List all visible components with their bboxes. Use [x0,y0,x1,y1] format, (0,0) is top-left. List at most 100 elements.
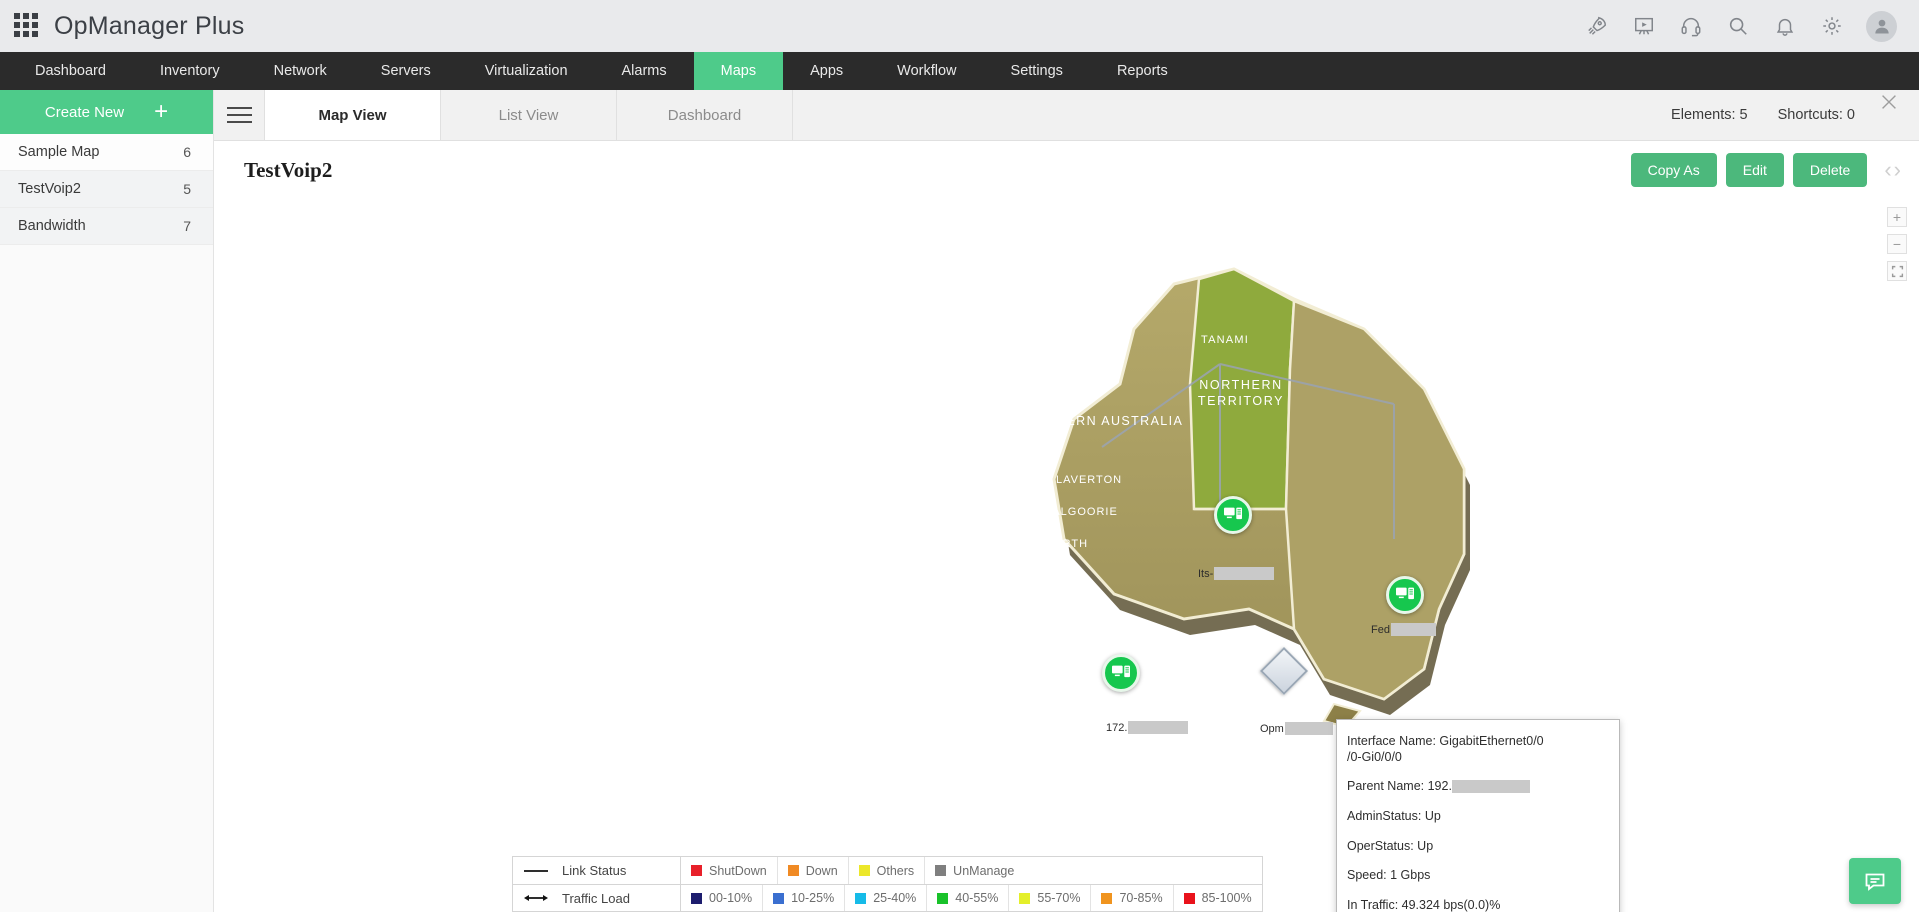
svg-text:LAVERTON: LAVERTON [1056,474,1122,486]
legend-item-label: 10-25% [791,891,835,905]
bell-icon[interactable] [1772,14,1797,39]
tab-dashboard[interactable]: Dashboard [617,90,793,140]
legend-item-85-100: 85-100% [1174,885,1262,911]
legend-item-label: ShutDown [709,863,767,878]
nav-item-dashboard[interactable]: Dashboard [8,52,133,90]
chat-support-button[interactable] [1849,858,1901,904]
nav-item-servers[interactable]: Servers [354,52,458,90]
node-label-text: Fed [1371,623,1390,636]
nav-item-virtualization[interactable]: Virtualization [458,52,595,90]
legend-traffic-load-head: Traffic Load [513,885,681,911]
search-icon[interactable] [1725,14,1750,39]
legend-item-shutdown: ShutDown [681,857,778,884]
legend-item-label: UnManage [953,863,1015,878]
map-legend: Link Status ShutDown Down Others UnManag… [512,856,1263,912]
hamburger-icon[interactable] [214,90,265,140]
legend-item-55-70: 55-70% [1009,885,1092,911]
redacted-value [1128,721,1189,734]
tooltip-parent-name: Parent Name: 192. [1347,779,1452,794]
app-brand-title: OpManager Plus [54,11,245,40]
grid-apps-icon[interactable] [14,13,40,39]
create-new-button[interactable]: Create New + [0,90,213,134]
page-title: TestVoip2 [244,157,333,182]
nav-item-reports[interactable]: Reports [1090,52,1195,90]
sidebar-item-testvoip2[interactable]: TestVoip2 5 [0,171,213,208]
rocket-icon[interactable] [1584,14,1609,39]
nav-item-maps[interactable]: Maps [693,52,784,90]
main-navigation: Dashboard Inventory Network Servers Virt… [0,52,1919,90]
svg-text:TERRITORY: TERRITORY [1198,394,1284,408]
legend-item-label: 55-70% [1037,891,1081,905]
shortcuts-count: Shortcuts: 0 [1777,107,1855,123]
chevron-left-icon[interactable]: ‹ [1884,159,1891,181]
maps-sidebar: Create New + Sample Map 6 TestVoip2 5 Ba… [0,90,214,912]
tooltip-row-in-traffic: In Traffic: 49.324 bps(0.0)% [1347,897,1501,912]
device-node-laverton[interactable] [1102,654,1140,692]
svg-text:DARWIN: DARWIN [1205,244,1257,256]
legend-swatch [855,892,867,904]
sidebar-item-label: Bandwidth [18,218,86,234]
tooltip-row-interface-name: Interface Name: GigabitEthernet0/0 /0-Gi… [1347,734,1607,765]
nav-item-apps[interactable]: Apps [783,52,870,90]
legend-row-link-status: Link Status ShutDown Down Others UnManag… [513,857,1262,884]
nav-item-workflow[interactable]: Workflow [870,52,983,90]
user-avatar-icon[interactable] [1866,10,1897,42]
svg-text:WESTERN AUSTRALIA: WESTERN AUSTRALIA [1025,414,1184,428]
legend-item-70-85: 70-85% [1091,885,1174,911]
fit-to-screen-icon[interactable] [1887,261,1907,281]
presentation-icon[interactable] [1631,14,1656,39]
legend-swatch [1101,892,1113,904]
plus-icon: + [154,98,169,125]
copy-as-button[interactable]: Copy As [1630,153,1717,187]
tab-list-view[interactable]: List View [441,90,617,140]
svg-text:TANAMI: TANAMI [1201,334,1249,346]
tooltip-row-oper-status: OperStatus: Up [1347,838,1434,853]
legend-swatch [937,892,949,904]
chevron-right-icon[interactable]: › [1894,159,1901,181]
svg-text:PERTH: PERTH [1046,538,1088,550]
delete-button[interactable]: Delete [1792,153,1868,187]
sidebar-item-sample-map[interactable]: Sample Map 6 [0,134,213,171]
tooltip-row-admin-status: AdminStatus: Up [1347,808,1441,823]
legend-item-25-40: 25-40% [845,885,928,911]
legend-swatch [858,865,870,876]
legend-item-unmanage: UnManage [925,857,1024,884]
nav-item-alarms[interactable]: Alarms [595,52,694,90]
view-tab-bar: Map View List View Dashboard Elements: 5… [214,90,1919,141]
legend-item-others: Others [849,857,926,884]
page-body: Create New + Sample Map 6 TestVoip2 5 Ba… [0,90,1919,912]
svg-text:KALGOORIE: KALGOORIE [1044,506,1118,518]
legend-swatch [935,865,947,876]
tab-map-view[interactable]: Map View [265,90,441,140]
map-pager: ‹ › [1884,159,1901,181]
nav-item-settings[interactable]: Settings [984,52,1090,90]
sidebar-item-bandwidth[interactable]: Bandwidth 7 [0,208,213,245]
sidebar-item-label: Sample Map [18,144,100,160]
svg-text:NORTHERN: NORTHERN [1199,378,1282,392]
edit-button[interactable]: Edit [1725,153,1784,187]
elements-count: Elements: 5 [1671,107,1748,123]
legend-row-traffic-load: Traffic Load 00-10% 10-25% 25-40% 40-55%… [513,884,1262,911]
zoom-out-button[interactable]: − [1887,234,1907,254]
line-icon [524,869,548,872]
device-node-east[interactable] [1386,576,1424,614]
zoom-in-button[interactable]: + [1887,207,1907,227]
legend-item-40-55: 40-55% [927,885,1010,911]
tooltip-interface-name-line1: Interface Name: GigabitEthernet0/0 [1347,734,1544,748]
gear-icon[interactable] [1819,14,1844,39]
close-icon[interactable] [1877,90,1901,114]
map-action-buttons: Copy As Edit Delete ‹ › [1630,153,1901,187]
nav-item-inventory[interactable]: Inventory [133,52,247,90]
interface-tooltip: Interface Name: GigabitEthernet0/0 /0-Gi… [1336,719,1620,912]
node-label-text: 172. [1106,721,1128,734]
headset-icon[interactable] [1678,14,1703,39]
map-canvas[interactable]: + − DARWIN TANAMI NORTHERN TERRITORY WES… [214,199,1919,912]
legend-item-10-25: 10-25% [763,885,846,911]
device-node-laverton-label: 172. [1106,721,1189,734]
device-node-east-label: Fed [1371,623,1436,636]
tooltip-row-parent-name: Parent Name: 192. [1347,779,1607,795]
legend-swatch [1183,892,1195,904]
nav-item-network[interactable]: Network [247,52,354,90]
tooltip-row-speed: Speed: 1 Gbps [1347,868,1431,883]
device-node-darwin[interactable] [1214,496,1252,534]
